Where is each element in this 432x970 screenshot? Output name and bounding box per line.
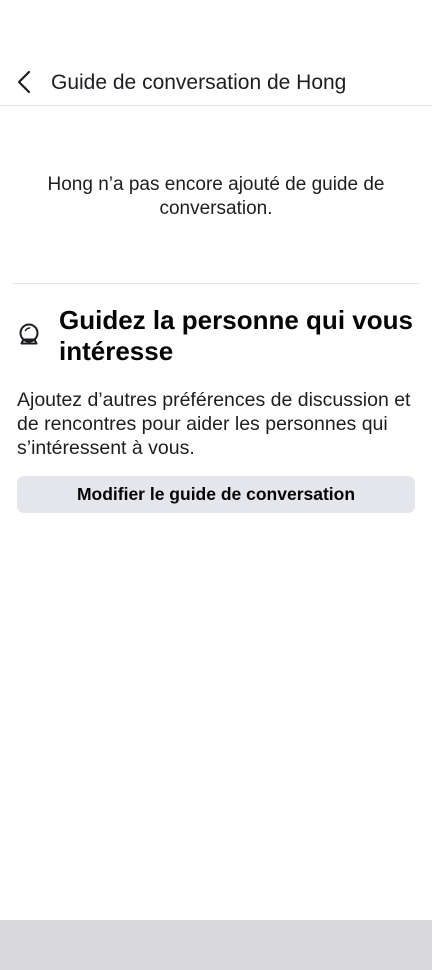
guide-section-title: Guidez la personne qui vous intéresse: [59, 305, 413, 366]
chevron-left-icon: [17, 70, 31, 94]
back-button[interactable]: [10, 68, 38, 96]
edit-conversation-guide-button[interactable]: Modifier le guide de conversation: [17, 476, 415, 513]
system-navigation-bar: [0, 920, 432, 970]
empty-state-message: Hong n’a pas encore ajouté de guide de c…: [47, 174, 385, 219]
guide-section-description: Ajoutez d’autres préférences de discussi…: [17, 389, 411, 459]
crystal-ball-icon: [19, 323, 39, 345]
section-divider: [12, 283, 420, 284]
top-app-bar: Guide de conversation de Hong: [0, 56, 432, 106]
page-title: Guide de conversation de Hong: [51, 71, 347, 94]
